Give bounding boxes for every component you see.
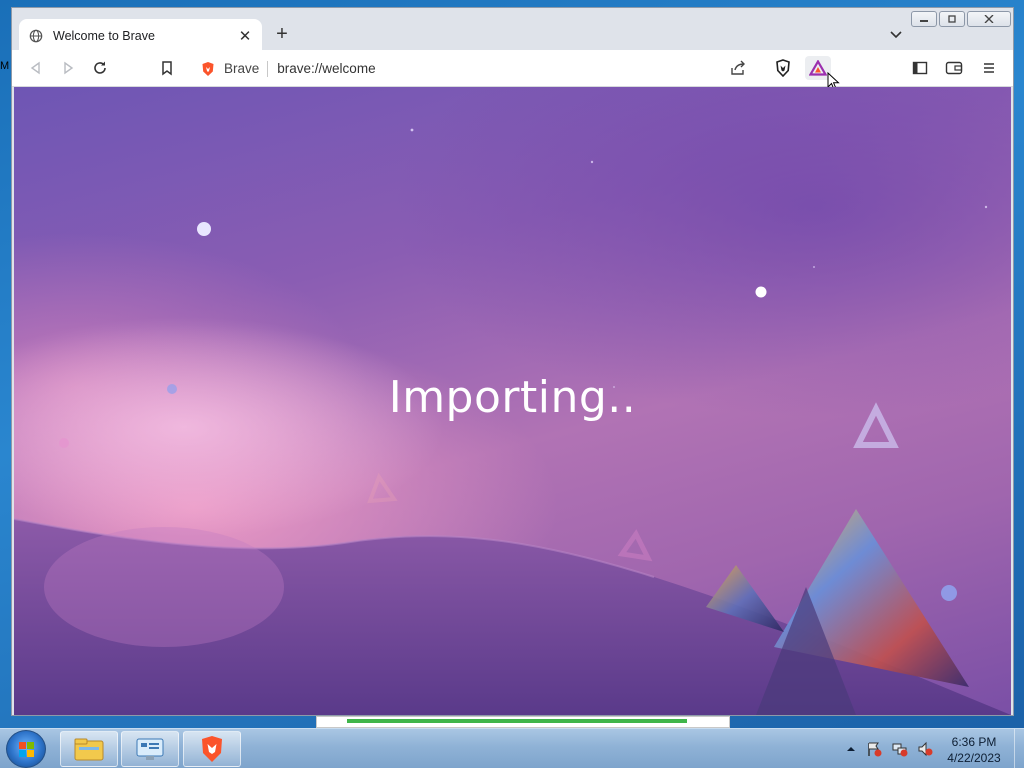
- globe-icon: [29, 29, 43, 42]
- progress-fill: [347, 719, 687, 723]
- close-window-button[interactable]: [967, 11, 1011, 27]
- tab-close-icon[interactable]: ✕: [238, 28, 252, 45]
- forward-button[interactable]: [58, 58, 78, 78]
- orb-5: [59, 438, 69, 448]
- browser-window: Welcome to Brave ✕ + Brave brave://welco…: [11, 7, 1014, 716]
- browser-toolbar: Brave brave://welcome: [12, 50, 1013, 91]
- system-clock[interactable]: 6:36 PM 4/22/2023: [936, 734, 1012, 766]
- show-desktop-button[interactable]: [1014, 729, 1024, 768]
- new-tab-button[interactable]: +: [271, 24, 293, 46]
- brave-shields-icon: [776, 59, 790, 77]
- action-center-flag-icon[interactable]: [866, 741, 882, 757]
- orb-2: [755, 286, 767, 298]
- pink-glow: [14, 317, 444, 537]
- back-arrow-icon: [30, 61, 40, 75]
- minimize-icon: [920, 20, 928, 22]
- orb-1: [197, 222, 211, 236]
- taskbar: 6:36 PM 4/22/2023: [0, 728, 1024, 768]
- welcome-page: Importing..: [14, 87, 1011, 715]
- background-window-progress: [316, 716, 730, 728]
- window-controls: [911, 11, 1011, 27]
- share-button[interactable]: [728, 58, 748, 78]
- taskbar-explorer-button[interactable]: [60, 731, 118, 767]
- tab-title: Welcome to Brave: [53, 28, 155, 43]
- share-icon: [731, 60, 745, 75]
- restore-button[interactable]: [939, 11, 965, 27]
- control-panel-icon: [136, 738, 164, 760]
- tab-strip: Welcome to Brave ✕ +: [12, 8, 1013, 52]
- reload-button[interactable]: [90, 58, 110, 78]
- tab-search-chevron-icon[interactable]: [887, 25, 905, 43]
- start-button[interactable]: [6, 730, 46, 768]
- close-icon: [984, 15, 994, 23]
- sidebar-icon: [912, 61, 928, 75]
- minimize-button[interactable]: [911, 11, 937, 27]
- back-button[interactable]: [26, 58, 46, 78]
- bat-triangle-icon: [809, 60, 827, 76]
- site-chip: Brave: [224, 60, 269, 77]
- importing-headline: Importing..: [388, 372, 637, 423]
- floating-triangle-2: [617, 529, 653, 562]
- brave-shields-button[interactable]: [773, 58, 793, 78]
- folder-icon: [74, 738, 104, 761]
- star-dots: [410, 128, 988, 388]
- brave-lion-icon: [202, 61, 214, 76]
- taskbar-control-panel-button[interactable]: [121, 731, 179, 767]
- tab-welcome[interactable]: Welcome to Brave ✕: [19, 19, 262, 52]
- hamburger-menu-icon: [984, 63, 994, 73]
- url-text[interactable]: brave://welcome: [277, 61, 375, 76]
- taskbar-brave-button[interactable]: [183, 731, 241, 767]
- address-bar[interactable]: Brave brave://welcome: [188, 54, 766, 83]
- wallet-button[interactable]: [944, 58, 964, 78]
- tray-overflow-icon[interactable]: [843, 741, 859, 757]
- forward-arrow-icon: [64, 61, 74, 75]
- bookmark-icon: [162, 61, 172, 76]
- wallet-icon: [945, 61, 963, 75]
- restore-icon: [948, 15, 956, 23]
- volume-muted-icon[interactable]: [917, 741, 933, 757]
- menu-button[interactable]: [979, 58, 999, 78]
- bookmark-button[interactable]: [157, 58, 177, 78]
- clock-time: 6:36 PM: [951, 735, 997, 749]
- brave-lion-icon: [202, 736, 222, 762]
- network-icon[interactable]: [892, 741, 908, 757]
- reload-icon: [94, 61, 106, 74]
- clock-date: 4/22/2023: [947, 751, 1001, 765]
- windows-logo-icon: [19, 742, 34, 757]
- sidebar-button[interactable]: [910, 58, 930, 78]
- orb-3: [941, 585, 957, 601]
